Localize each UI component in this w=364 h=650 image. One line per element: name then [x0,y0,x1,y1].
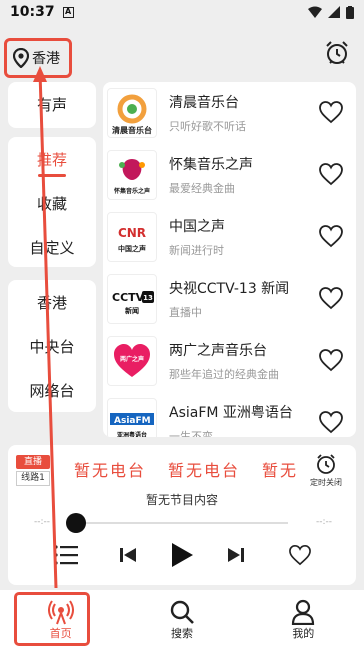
station-row[interactable]: AsiaFM 亚洲粤语台 AsiaFM 亚洲粤语台 一生不变 [103,392,356,437]
heart-icon[interactable] [318,410,344,434]
region-central[interactable]: 中央台 [8,324,96,368]
heart-icon[interactable] [318,224,344,248]
favorite-button[interactable] [285,541,315,569]
station-logo: CCTV 13 新闻 [107,274,157,324]
station-logo-text: 怀集音乐之声 [114,187,150,195]
location-label: 香港 [32,51,60,67]
heart-icon [289,545,311,566]
station-row[interactable]: CNR 中国之声 中国之声 新闻进行时 [103,206,356,268]
marquee-text: 暂无电台 [74,461,147,480]
timer-clock-icon [317,454,335,474]
station-logo: 清晨音乐台 [107,88,157,138]
signal-icon [328,6,340,18]
progress-track[interactable] [72,522,288,524]
station-list: 清晨音乐台 清晨音乐台 只听好歌不听话 怀集音乐之声 怀集音乐之声 最爱经典金曲 C… [103,82,356,437]
broadcast-icon [47,600,74,625]
marquee-text: 暂无 [262,461,299,480]
time-total: --:-- [315,517,332,527]
svg-text:CCTV: CCTV [112,291,145,304]
marquee-text: 暂无电台 [168,461,241,480]
category-panel-top: 有声 [8,82,96,128]
skip-next-icon [228,548,244,562]
location-button[interactable]: 香港 [4,38,72,78]
nav-search-label: 搜索 [170,627,193,640]
program-info: 暂无节目内容 [145,493,218,507]
station-logo: CNR 中国之声 [107,212,157,262]
category-panel-main: 推荐 收藏 自定义 [8,137,96,267]
search-icon [170,600,194,624]
play-button[interactable] [166,539,198,571]
status-time: 10:37 [10,4,55,20]
heart-icon[interactable] [318,286,344,310]
svg-text:新闻: 新闻 [125,306,139,315]
user-icon [292,599,315,625]
player-panel: 直播 线路1 暂无电台 暂无电台 暂无 定时关闭 暂无节目内容 --:-- --:-… [8,445,356,585]
play-icon [172,543,193,567]
svg-text:13: 13 [143,294,153,302]
live-badge: 直播 [16,455,50,469]
station-logo: 怀集音乐之声 [107,150,157,200]
svg-text:亚洲粤语台: 亚洲粤语台 [117,431,147,437]
station-logo: AsiaFM 亚洲粤语台 [107,398,157,437]
station-logo-text: 清晨音乐台 [112,125,152,135]
timer-label: 定时关闭 [310,478,342,487]
nav-home-label: 首页 [49,627,72,640]
station-row[interactable]: 两广之声 两广之声音乐台 那些年追过的经典金曲 [103,330,356,392]
sleep-timer-button[interactable]: 定时关闭 [306,453,346,488]
playlist-icon [54,545,78,565]
now-playing-marquee: 暂无电台 暂无电台 暂无 [74,457,304,481]
skip-previous-icon [120,548,136,562]
location-pin-icon [13,48,29,68]
category-recommended[interactable]: 推荐 [8,137,96,181]
wifi-icon [308,6,322,18]
heart-icon[interactable] [318,162,344,186]
nav-profile-label: 我的 [292,627,315,640]
station-logo-text: 两广之声 [120,355,144,363]
alarm-clock-icon[interactable] [324,40,350,66]
region-network[interactable]: 网络台 [8,368,96,412]
time-elapsed: --:-- [34,517,51,527]
svg-text:CNR: CNR [118,226,146,240]
svg-text:中国之声: 中国之声 [118,244,146,253]
bottom-nav: 首页 搜索 我的 [0,590,364,650]
nav-search[interactable]: 搜索 [121,590,242,650]
line-selector[interactable]: 线路1 [16,471,50,486]
category-audio[interactable]: 有声 [8,82,96,126]
top-bar: 香港 [0,24,364,80]
category-panel-region: 香港 中央台 网络台 [8,280,96,412]
station-row[interactable]: CCTV 13 新闻 央视CCTV-13 新闻 直播中 [103,268,356,330]
heart-icon[interactable] [318,348,344,372]
station-row[interactable]: 怀集音乐之声 怀集音乐之声 最爱经典金曲 [103,144,356,206]
notification-icon: A [62,6,74,18]
nav-home[interactable]: 首页 [0,590,121,650]
battery-icon [346,5,354,19]
svg-text:AsiaFM: AsiaFM [114,416,151,426]
category-favorites[interactable]: 收藏 [8,181,96,225]
category-custom[interactable]: 自定义 [8,225,96,269]
playlist-button[interactable] [52,541,80,569]
status-bar: 10:37 A [0,0,364,24]
heart-icon[interactable] [318,100,344,124]
region-hongkong[interactable]: 香港 [8,280,96,324]
progress-knob[interactable] [66,513,86,533]
nav-profile[interactable]: 我的 [243,590,364,650]
previous-button[interactable] [114,541,142,569]
next-button[interactable] [222,541,250,569]
station-logo: 两广之声 [107,336,157,386]
station-row[interactable]: 清晨音乐台 清晨音乐台 只听好歌不听话 [103,82,356,144]
